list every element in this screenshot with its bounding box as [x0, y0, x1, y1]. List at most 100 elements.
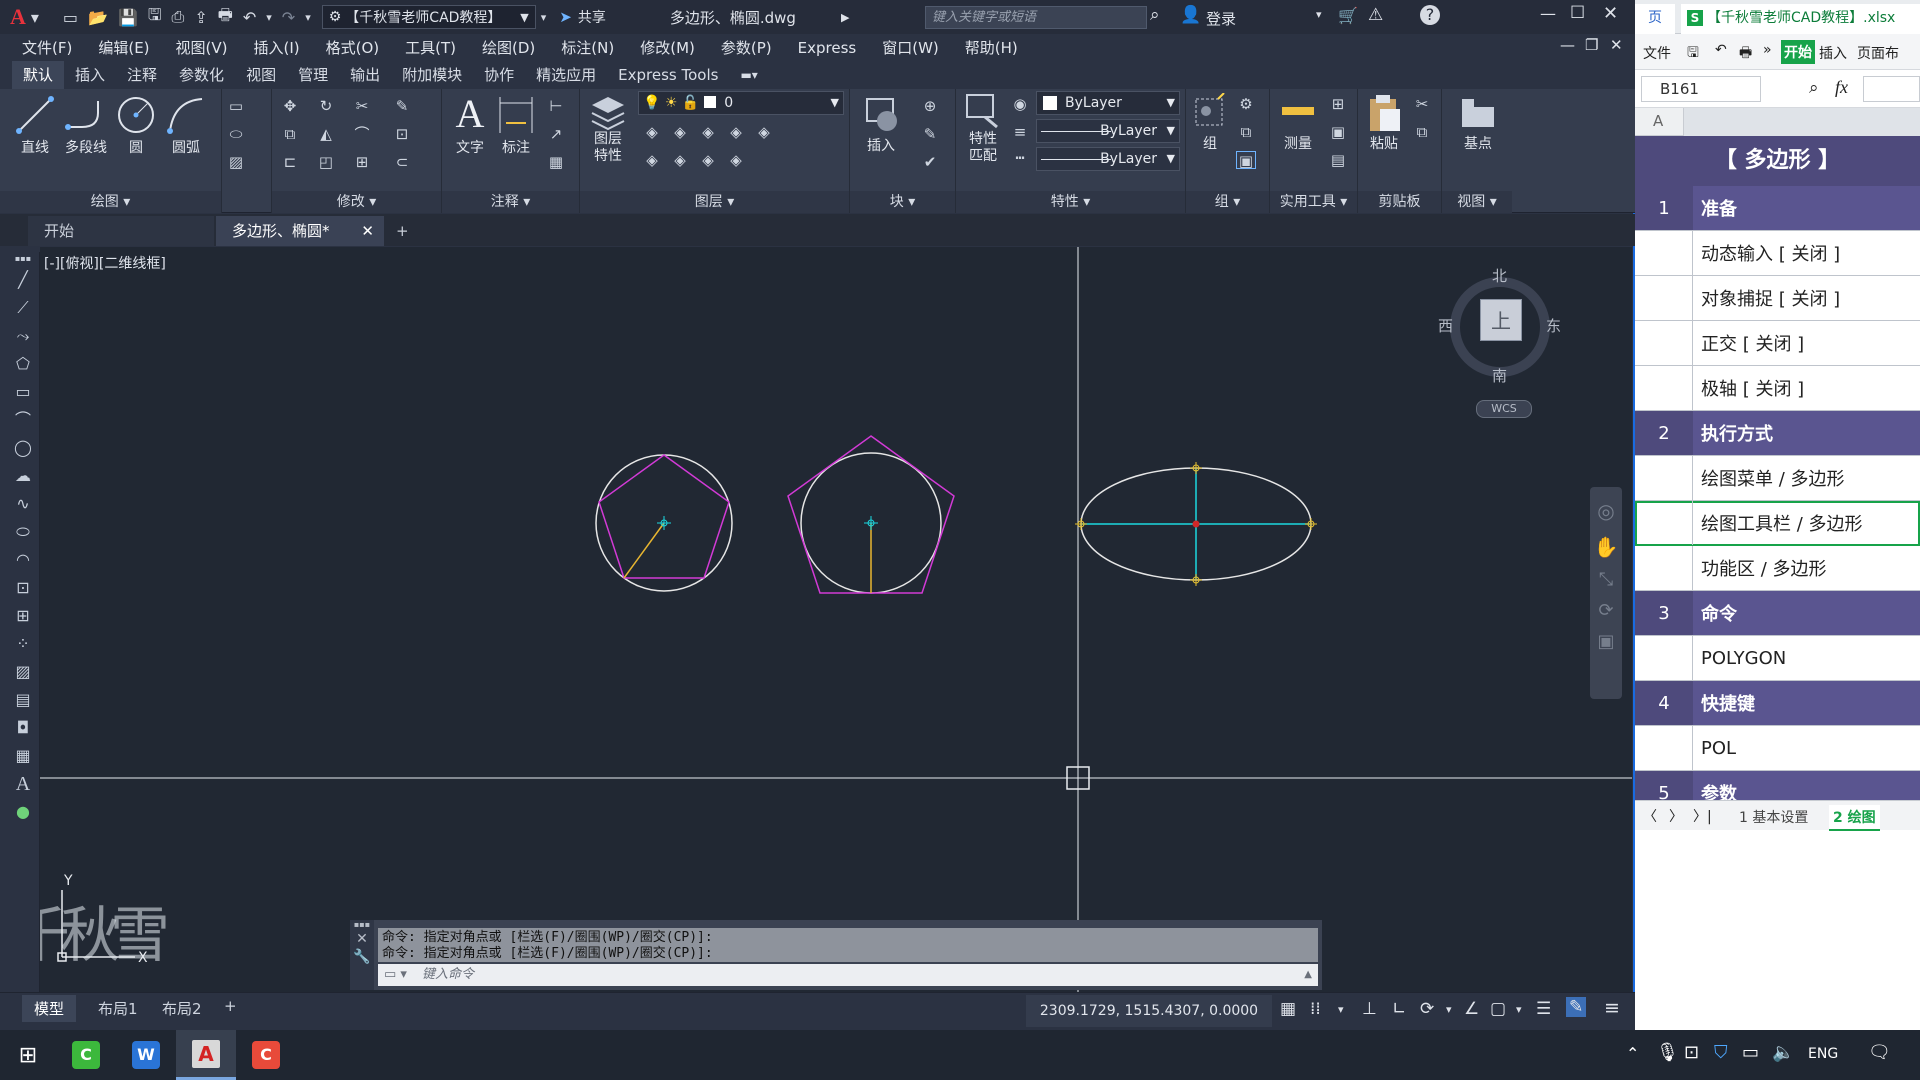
taskbar-app-recorder[interactable]: C [236, 1030, 296, 1080]
excel-menu-start[interactable]: 开始 [1781, 40, 1815, 64]
new-file-icon[interactable]: ▭ [58, 8, 83, 27]
ortho-icon[interactable]: ∟ [1392, 999, 1406, 1019]
quick-select-icon[interactable]: ⊞ [1328, 95, 1348, 113]
menu-draw[interactable]: 绘图(D) [469, 37, 548, 58]
quick-properties-icon[interactable]: ✎ [1566, 997, 1587, 1017]
stretch-icon[interactable]: ⊏ [280, 153, 300, 171]
list-item[interactable]: POL [1635, 726, 1920, 771]
print-icon[interactable]: 🖶 [1739, 42, 1752, 66]
linetype-icon[interactable]: ┅ [1010, 149, 1030, 167]
explode-icon[interactable]: ⊡ [392, 125, 412, 143]
undo-dropdown-icon[interactable]: ▾ [261, 11, 277, 24]
layer-tool-9-icon[interactable]: ◈ [726, 151, 746, 169]
show-hidden-icons[interactable]: ⌃ [1626, 1044, 1639, 1063]
layer-tool-5-icon[interactable]: ◈ [754, 123, 774, 141]
point-icon[interactable]: ⁘ [6, 630, 40, 658]
close-icon[interactable]: ✕ [1603, 3, 1618, 24]
tab-active-drawing[interactable]: 多边形、椭圆* ✕ [216, 216, 384, 246]
gradient-icon[interactable]: ▤ [6, 686, 40, 714]
tab-parametric[interactable]: 参数化 [168, 61, 235, 89]
text-tool[interactable]: A 文字 [446, 91, 494, 157]
iso-icon[interactable]: ∠ [1464, 999, 1479, 1019]
panel-title-view[interactable]: 视图 ▾ [1442, 191, 1512, 213]
function-icon[interactable]: fx [1835, 77, 1848, 98]
orbit-icon[interactable]: ⟳ [1590, 600, 1622, 621]
wcs-button[interactable]: WCS [1476, 400, 1532, 418]
layout-tab-layout2[interactable]: 布局2 [152, 995, 212, 1022]
sheet-tab-basic[interactable]: 1 基本设置 [1739, 807, 1808, 827]
tab-manage[interactable]: 管理 [287, 61, 339, 89]
mtext-icon[interactable]: A [6, 770, 40, 798]
menu-format[interactable]: 格式(O) [313, 37, 393, 58]
trim-icon[interactable]: ✂ [352, 97, 372, 115]
security-icon[interactable]: ⛉ [1714, 1042, 1728, 1063]
save-icon[interactable]: 🖫 [1687, 42, 1699, 66]
excel-menu-layout[interactable]: 页面布 [1857, 43, 1899, 63]
cart-icon[interactable]: 🛒 [1338, 6, 1358, 25]
pan-icon[interactable]: ✋ [1590, 535, 1622, 559]
zoom-extents-icon[interactable]: ⤡ [1590, 569, 1622, 590]
command-prompt-icon[interactable]: ▭ ▾ [384, 964, 407, 986]
display-icon[interactable]: ▭ [1742, 1042, 1759, 1063]
network-status-icon[interactable]: ⊡ [1684, 1042, 1699, 1063]
customize-icon[interactable]: ▾ [536, 11, 552, 24]
panel-title-properties[interactable]: 特性 ▾ [956, 191, 1185, 213]
menu-dimension[interactable]: 标注(N) [548, 37, 627, 58]
make-block-icon[interactable]: ⊞ [6, 602, 40, 630]
compass-south[interactable]: 南 [1492, 365, 1507, 386]
user-icon[interactable]: 👤 [1180, 5, 1201, 25]
search-input[interactable]: 键入关键字或短语 [925, 6, 1147, 29]
polyline-icon[interactable]: ⤳ [6, 322, 40, 350]
prev-sheet-icon[interactable]: 〈 [1643, 806, 1657, 826]
layout-tab-model[interactable]: 模型 [22, 995, 77, 1022]
region-icon[interactable]: ◘ [6, 714, 40, 742]
menu-edit[interactable]: 编辑(E) [85, 37, 162, 58]
app-logo[interactable]: A [10, 4, 26, 30]
panel-title-group[interactable]: 组 ▾ [1186, 191, 1269, 213]
lineweight-dropdown[interactable]: ByLayer ▼ [1036, 147, 1180, 171]
line-icon[interactable]: ╱ [6, 266, 40, 294]
command-input[interactable]: ▭ ▾ 键入命令 ▲ [378, 964, 1318, 986]
doc-restore-icon[interactable]: ❐ [1585, 36, 1598, 54]
workspace-dropdown[interactable]: ⚙ 【千秋雪老师CAD教程】 ▼ [321, 5, 536, 29]
copy-icon[interactable]: ⧉ [280, 125, 300, 143]
menu-view[interactable]: 视图(V) [163, 37, 241, 58]
close-tab-icon[interactable]: ✕ [361, 216, 374, 246]
list-item[interactable]: 绘图工具栏 / 多边形 [1635, 501, 1920, 546]
tab-featured-apps[interactable]: 精选应用 [525, 61, 607, 89]
list-item[interactable]: 功能区 / 多边形 [1635, 546, 1920, 591]
last-sheet-icon[interactable]: 〉| [1693, 806, 1712, 826]
layer-tool-2-icon[interactable]: ◈ [670, 123, 690, 141]
close-command-icon[interactable]: ✕ [350, 931, 374, 947]
column-header-b[interactable] [1683, 108, 1920, 136]
section-header-row[interactable]: 3 命令 [1635, 591, 1920, 636]
drawing-viewport[interactable]: [-][俯视][二维线框] Y X 千秋雪 上 北 南 [40, 247, 1632, 992]
tab-collaborate[interactable]: 协作 [473, 61, 525, 89]
table-icon[interactable]: ▦ [546, 153, 566, 171]
copy-clip-icon[interactable]: ⧉ [1412, 123, 1432, 141]
command-grip[interactable]: ▪▪▪ ✕ 🔧 [350, 920, 374, 990]
panel-title-clipboard[interactable]: 剪贴板 [1358, 191, 1441, 213]
snap-icon[interactable]: ⁞⁞ [1310, 999, 1321, 1019]
share-icon[interactable]: ➤ [559, 8, 572, 26]
tab-insert[interactable]: 插入 [64, 61, 116, 89]
layer-tool-6-icon[interactable]: ◈ [642, 151, 662, 169]
arc-tool[interactable]: 圆弧 [160, 93, 212, 157]
doc-minimize-icon[interactable]: — [1560, 36, 1575, 54]
layer-tool-7-icon[interactable]: ◈ [670, 151, 690, 169]
ribbon-toggle-icon[interactable]: ▬▾ [729, 61, 768, 89]
login-dropdown-icon[interactable]: ▾ [1316, 8, 1322, 21]
leader-icon[interactable]: ↗ [546, 125, 566, 143]
menu-parametric[interactable]: 参数(P) [708, 37, 785, 58]
panel-title-block[interactable]: 块 ▾ [850, 191, 955, 213]
revcloud-icon[interactable]: ☁ [6, 462, 40, 490]
block-attr-icon[interactable]: ✔ [920, 153, 940, 171]
panel-title-annotation[interactable]: 注释 ▾ [442, 191, 579, 213]
showmotion-icon[interactable]: ▣ [1590, 631, 1622, 652]
color-dropdown[interactable]: ByLayer ▼ [1036, 91, 1180, 115]
excel-file-tab[interactable]: S 【千秋雪老师CAD教程】.xlsx [1681, 4, 1920, 34]
layer-tool-3-icon[interactable]: ◈ [698, 123, 718, 141]
layer-tool-4-icon[interactable]: ◈ [726, 123, 746, 141]
panel-title-draw[interactable]: 绘图 ▾ [0, 191, 221, 213]
group-tool[interactable]: 组 [1188, 93, 1232, 153]
